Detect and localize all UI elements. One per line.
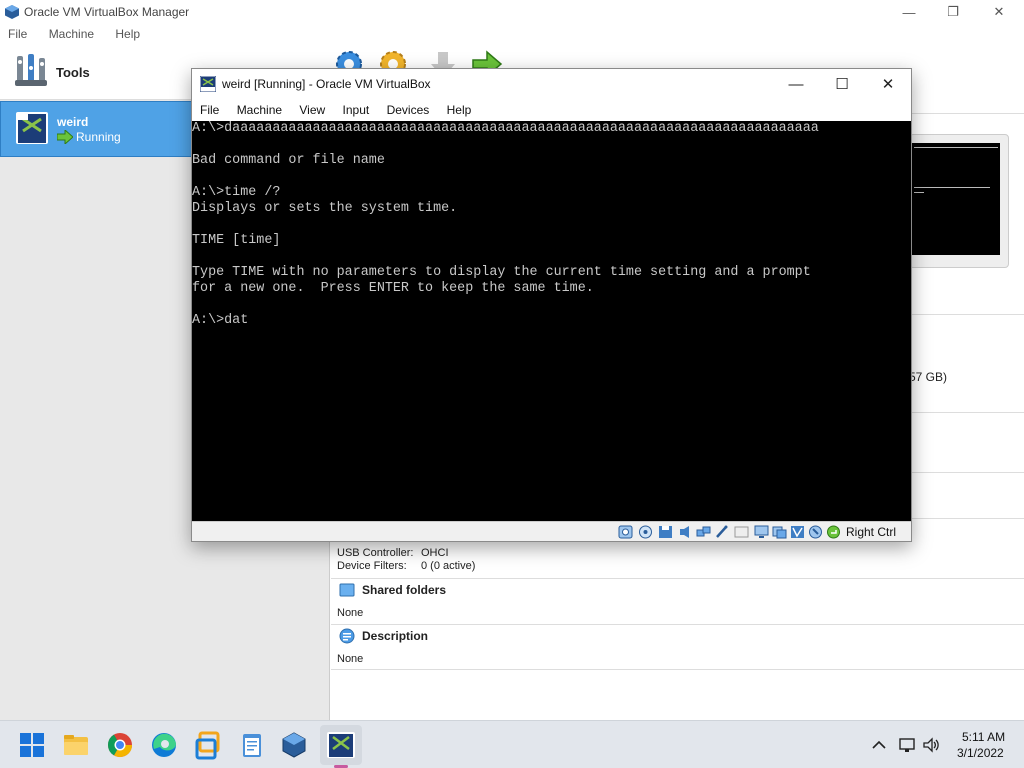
- audio-icon[interactable]: [678, 525, 693, 539]
- vm-window-menubar: File Machine View Input Devices Help: [192, 99, 911, 121]
- vm-minimize-button[interactable]: —: [773, 69, 819, 99]
- shared-folders-status-icon[interactable]: [734, 525, 749, 539]
- tools-icon: [15, 54, 47, 86]
- volume-icon[interactable]: [922, 736, 940, 754]
- description-title[interactable]: Description: [362, 629, 428, 643]
- windows-vista-64-icon: [200, 76, 216, 92]
- vm-name: weird: [57, 115, 89, 129]
- usb-controller-label: USB Controller:: [337, 547, 414, 559]
- vm-preview: [909, 134, 1009, 268]
- vmware-icon[interactable]: [192, 729, 224, 761]
- console-line: A:\>dat: [192, 313, 249, 328]
- vm-status-bar: Right Ctrl: [192, 521, 911, 541]
- vm-window: weird [Running] - Oracle VM VirtualBox —…: [191, 68, 912, 542]
- optical-drive-icon[interactable]: [638, 525, 653, 539]
- video-capture-icon[interactable]: [772, 525, 787, 539]
- manager-title: Oracle VM VirtualBox Manager: [24, 5, 190, 19]
- clock-time[interactable]: 5:11 AM: [962, 730, 1005, 744]
- vm-menu-machine[interactable]: Machine: [237, 99, 282, 121]
- usb-filters-value: 0 (0 active): [421, 560, 476, 572]
- manager-minimize-button[interactable]: —: [886, 0, 932, 24]
- description-value: None: [337, 653, 364, 665]
- notepad-icon[interactable]: [236, 729, 268, 761]
- console-line: Displays or sets the system time.: [192, 201, 458, 216]
- network-icon[interactable]: [696, 525, 711, 539]
- console-line: A:\>daaaaaaaaaaaaaaaaaaaaaaaaaaaaaaaaaaa…: [192, 121, 819, 136]
- vm-window-title: weird [Running] - Oracle VM VirtualBox: [222, 77, 431, 91]
- menu-help[interactable]: Help: [115, 24, 140, 44]
- console-line: Bad command or file name: [192, 153, 385, 168]
- vm-menu-file[interactable]: File: [200, 99, 219, 121]
- tray-chevron-up-icon[interactable]: [870, 736, 888, 754]
- vm-menu-input[interactable]: Input: [343, 99, 370, 121]
- manager-titlebar[interactable]: Oracle VM VirtualBox Manager — ❐ ✕: [0, 0, 1024, 24]
- floppy-icon[interactable]: [658, 525, 673, 539]
- edge-icon[interactable]: [148, 729, 180, 761]
- vm-window-titlebar[interactable]: weird [Running] - Oracle VM VirtualBox —…: [192, 69, 911, 99]
- console-line: Type TIME with no parameters to display …: [192, 265, 811, 280]
- mouse-integration-icon[interactable]: [808, 525, 823, 539]
- vm-menu-devices[interactable]: Devices: [387, 99, 430, 121]
- vm-menu-help[interactable]: Help: [447, 99, 472, 121]
- console-line: TIME [time]: [192, 233, 281, 248]
- shared-folders-title[interactable]: Shared folders: [362, 583, 446, 597]
- tools-label: Tools: [56, 65, 90, 80]
- vm-menu-view[interactable]: View: [299, 99, 325, 121]
- windows-start-icon[interactable]: [16, 729, 48, 761]
- running-arrow-icon: [57, 130, 73, 144]
- network-status-icon[interactable]: [898, 736, 916, 754]
- virtualization-icon[interactable]: [790, 525, 805, 539]
- keyboard-capture-icon[interactable]: [826, 525, 841, 539]
- vm-taskbar-icon[interactable]: [325, 729, 357, 761]
- description-icon: [339, 628, 355, 644]
- clock-date[interactable]: 3/1/2022: [957, 746, 1004, 760]
- virtualbox-taskbar-icon[interactable]: [278, 729, 310, 761]
- hard-disk-icon[interactable]: [618, 525, 633, 539]
- menu-file[interactable]: File: [8, 24, 27, 44]
- vm-maximize-button[interactable]: ☐: [819, 69, 865, 99]
- menu-machine[interactable]: Machine: [49, 24, 94, 44]
- manager-restore-button[interactable]: ❐: [930, 0, 976, 24]
- shared-folders-value: None: [337, 607, 364, 619]
- file-explorer-icon[interactable]: [60, 729, 92, 761]
- usb-icon[interactable]: [714, 525, 729, 539]
- windows-vista-64-icon: [16, 112, 48, 144]
- vm-console-screen[interactable]: A:\>daaaaaaaaaaaaaaaaaaaaaaaaaaaaaaaaaaa…: [192, 121, 911, 521]
- storage-size-partial: 57 GB): [909, 370, 948, 384]
- virtualbox-app-icon: [5, 5, 19, 19]
- vm-close-button[interactable]: ✕: [865, 69, 911, 99]
- console-line: A:\>time /?: [192, 185, 281, 200]
- manager-menubar: File Machine Help: [0, 24, 1024, 44]
- vm-state: Running: [76, 130, 121, 144]
- chrome-icon[interactable]: [104, 729, 136, 761]
- manager-close-button[interactable]: ✕: [976, 0, 1022, 24]
- display-icon[interactable]: [754, 525, 769, 539]
- usb-controller-value: OHCI: [421, 547, 449, 559]
- vm-preview-screen: [912, 143, 1000, 255]
- usb-filters-label: Device Filters:: [337, 560, 407, 572]
- console-line: for a new one. Press ENTER to keep the s…: [192, 281, 594, 296]
- host-key-label: Right Ctrl: [846, 525, 897, 539]
- taskbar: 5:11 AM 3/1/2022: [0, 720, 1024, 768]
- shared-folder-icon: [339, 583, 355, 597]
